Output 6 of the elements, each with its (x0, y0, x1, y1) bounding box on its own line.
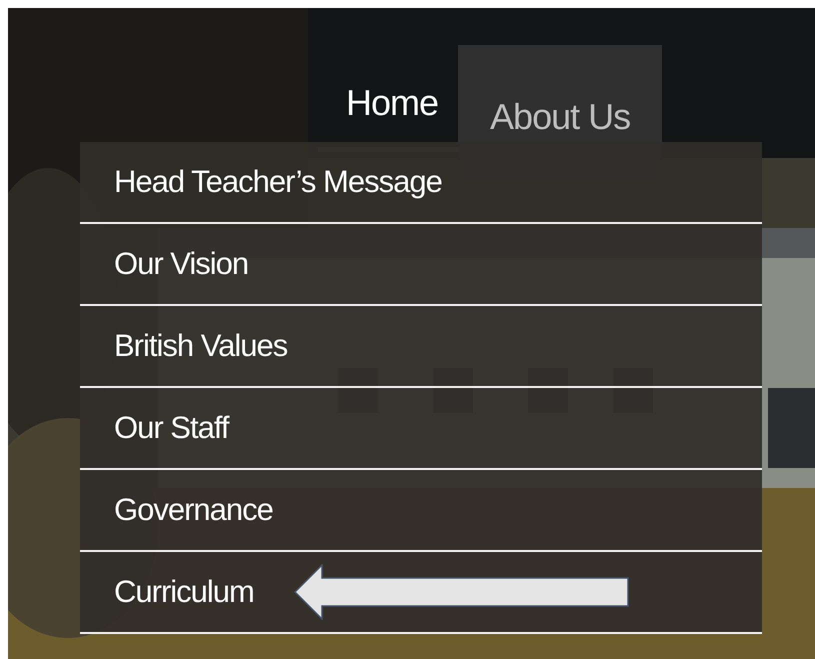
menu-item[interactable]: Governance (80, 470, 762, 552)
menu-item[interactable]: Head Teacher’s Message (80, 142, 762, 224)
menu-item[interactable]: Our Vision (80, 224, 762, 306)
menu-item[interactable]: Curriculum (80, 552, 762, 634)
menu-item[interactable]: British Values (80, 306, 762, 388)
menu-item[interactable]: Our Staff (80, 388, 762, 470)
